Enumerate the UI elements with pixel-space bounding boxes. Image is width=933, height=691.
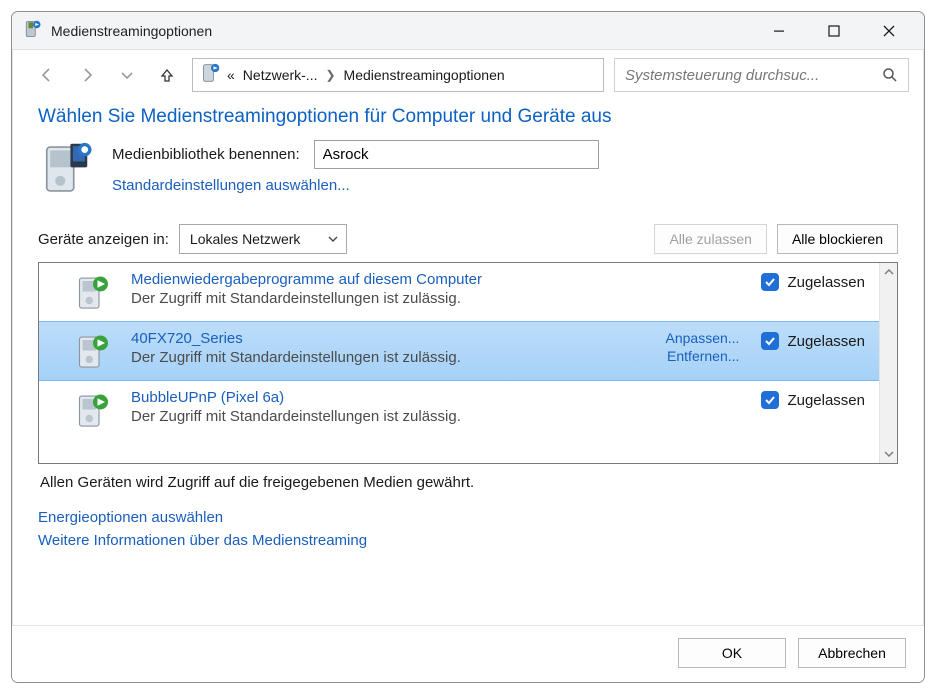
- device-row[interactable]: Medienwiedergabeprogramme auf diesem Com…: [39, 263, 879, 321]
- recent-locations-button[interactable]: [112, 60, 142, 90]
- device-description: Der Zugriff mit Standardeinstellungen is…: [131, 408, 743, 425]
- device-icon: [73, 332, 113, 372]
- breadcrumb-item[interactable]: Medienstreamingoptionen: [344, 67, 505, 83]
- search-input[interactable]: Systemsteuerung durchsuc...: [614, 58, 909, 92]
- customize-link[interactable]: Anpassen...: [666, 330, 740, 346]
- breadcrumb: « Netzwerk-... ❯ Medienstreamingoptionen: [227, 67, 595, 83]
- search-icon: [882, 67, 898, 83]
- address-icon: [201, 63, 221, 87]
- scroll-up-button[interactable]: [880, 263, 897, 281]
- device-name-link[interactable]: 40FX720_Series: [131, 330, 648, 347]
- device-list-panel: Medienwiedergabeprogramme auf diesem Com…: [38, 262, 898, 464]
- dropdown-value: Lokales Netzwerk: [190, 231, 320, 247]
- chevron-right-icon: ❯: [325, 68, 335, 82]
- address-bar[interactable]: « Netzwerk-... ❯ Medienstreamingoptionen: [192, 58, 604, 92]
- device-controls-row: Geräte anzeigen in: Lokales Netzwerk All…: [38, 224, 898, 254]
- page-title: Wählen Sie Medienstreamingoptionen für C…: [38, 106, 898, 128]
- maximize-button[interactable]: [811, 12, 857, 50]
- media-options-icon: [24, 20, 42, 42]
- close-button[interactable]: [866, 12, 912, 50]
- footer: OK Abbrechen: [12, 625, 924, 682]
- device-row[interactable]: 40FX720_Series Der Zugriff mit Standarde…: [39, 321, 879, 381]
- choose-defaults-link[interactable]: Standardeinstellungen auswählen...: [112, 177, 599, 194]
- minimize-button[interactable]: [756, 12, 802, 50]
- device-name-link[interactable]: Medienwiedergabeprogramme auf diesem Com…: [131, 271, 743, 288]
- device-icon: [73, 391, 113, 431]
- back-button[interactable]: [32, 60, 62, 90]
- device-list: Medienwiedergabeprogramme auf diesem Com…: [39, 263, 879, 463]
- forward-button[interactable]: [72, 60, 102, 90]
- allow-all-button[interactable]: Alle zulassen: [654, 224, 767, 254]
- device-row[interactable]: BubbleUPnP (Pixel 6a) Der Zugriff mit St…: [39, 381, 879, 439]
- navbar: « Netzwerk-... ❯ Medienstreamingoptionen…: [12, 50, 924, 102]
- library-section: Medienbibliothek benennen: Standardeinst…: [38, 140, 898, 198]
- chevron-down-icon: [328, 234, 338, 244]
- window-root: Medienstreamingoptionen: [11, 11, 925, 683]
- breadcrumb-prefix: «: [227, 67, 235, 83]
- up-button[interactable]: [152, 60, 182, 90]
- allowed-checkbox[interactable]: [761, 273, 779, 291]
- allowed-checkbox[interactable]: [761, 332, 779, 350]
- allowed-label: Zugelassen: [787, 274, 865, 291]
- window-title: Medienstreamingoptionen: [51, 23, 212, 39]
- ok-button[interactable]: OK: [678, 638, 786, 668]
- library-icon: [38, 140, 96, 198]
- titlebar: Medienstreamingoptionen: [12, 12, 924, 50]
- block-all-button[interactable]: Alle blockieren: [777, 224, 898, 254]
- scroll-down-button[interactable]: [880, 445, 897, 463]
- scrollbar[interactable]: [879, 263, 897, 463]
- show-devices-dropdown[interactable]: Lokales Netzwerk: [179, 224, 347, 254]
- device-description: Der Zugriff mit Standardeinstellungen is…: [131, 290, 743, 307]
- allowed-label: Zugelassen: [787, 392, 865, 409]
- status-line: Allen Geräten wird Zugriff auf die freig…: [40, 474, 896, 491]
- search-placeholder: Systemsteuerung durchsuc...: [625, 67, 872, 84]
- device-icon: [73, 273, 113, 313]
- show-devices-label: Geräte anzeigen in:: [38, 231, 169, 248]
- library-name-field[interactable]: [314, 140, 599, 169]
- remove-link[interactable]: Entfernen...: [667, 348, 739, 364]
- bottom-links: Energieoptionen auswählen Weitere Inform…: [38, 509, 898, 549]
- allowed-checkbox[interactable]: [761, 391, 779, 409]
- device-description: Der Zugriff mit Standardeinstellungen is…: [131, 349, 648, 366]
- breadcrumb-item[interactable]: Netzwerk-...: [243, 67, 318, 83]
- library-name-label: Medienbibliothek benennen:: [112, 146, 300, 163]
- allowed-label: Zugelassen: [787, 333, 865, 350]
- more-info-link[interactable]: Weitere Informationen über das Medienstr…: [38, 532, 898, 549]
- power-options-link[interactable]: Energieoptionen auswählen: [38, 509, 898, 526]
- content: Wählen Sie Medienstreamingoptionen für C…: [12, 102, 924, 625]
- cancel-button[interactable]: Abbrechen: [798, 638, 906, 668]
- device-name-link[interactable]: BubbleUPnP (Pixel 6a): [131, 389, 743, 406]
